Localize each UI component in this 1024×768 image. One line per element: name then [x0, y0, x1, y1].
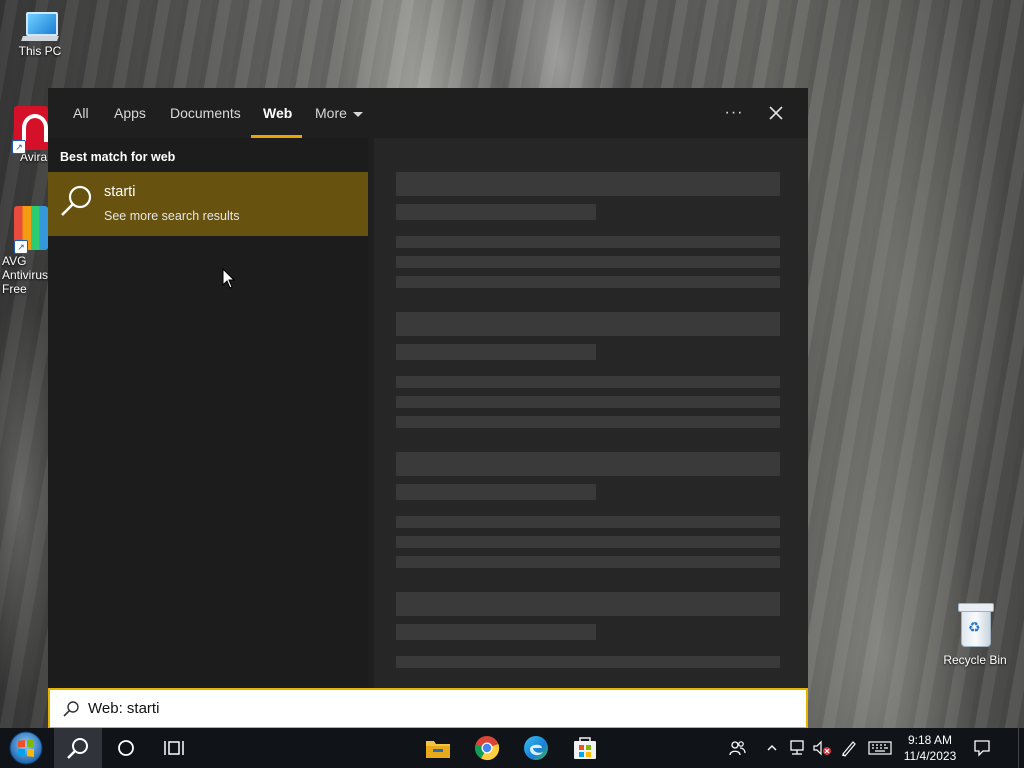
tray-volume[interactable] [810, 728, 834, 768]
show-desktop-button[interactable] [1018, 728, 1024, 768]
close-button[interactable] [760, 98, 792, 128]
tab-label: Apps [114, 105, 146, 121]
search-icon [63, 701, 79, 717]
desktop-icon-label: Recycle Bin [943, 653, 1007, 667]
tray-network[interactable] [786, 728, 808, 768]
store-icon [574, 737, 596, 759]
best-match-title: starti [104, 184, 136, 200]
tray-people[interactable] [724, 728, 750, 768]
loading-placeholder [396, 624, 596, 640]
cortana-circle-icon [118, 740, 134, 756]
taskbar-file-explorer[interactable] [414, 728, 462, 768]
close-icon [769, 106, 783, 120]
loading-placeholder [396, 204, 596, 220]
desktop-icon-recycle-bin[interactable]: ♻ Recycle Bin [935, 603, 1015, 667]
tab-label: Web [263, 105, 293, 121]
action-center-button[interactable] [968, 728, 996, 768]
more-options-button[interactable]: ··· [718, 98, 750, 128]
loading-placeholder [396, 376, 780, 388]
loading-placeholder [396, 484, 596, 500]
loading-placeholder [396, 556, 780, 568]
tab-all[interactable]: All [73, 88, 89, 138]
mouse-cursor-icon [222, 268, 236, 289]
loading-placeholder [396, 416, 780, 428]
tab-documents[interactable]: Documents [170, 88, 241, 138]
taskbar-store[interactable] [561, 728, 609, 768]
taskbar-chrome[interactable] [463, 728, 511, 768]
volume-muted-icon [813, 740, 831, 756]
loading-placeholder [396, 592, 780, 616]
loading-placeholder [396, 516, 780, 528]
clock-time: 9:18 AM [907, 733, 953, 747]
shortcut-arrow-icon: ↗ [12, 140, 26, 154]
computer-icon [21, 12, 59, 42]
pen-icon [842, 741, 856, 757]
edge-icon [524, 736, 548, 760]
loading-placeholder [396, 256, 780, 268]
taskbar-clock[interactable]: 9:18 AM 11/4/2023 [898, 732, 962, 764]
people-icon [729, 741, 746, 756]
shortcut-arrow-icon: ↗ [14, 240, 28, 254]
taskbar-edge[interactable] [512, 728, 560, 768]
preview-pane-loading [374, 138, 808, 688]
task-view-button[interactable] [150, 728, 198, 768]
tab-label: Documents [170, 105, 241, 121]
taskbar-search-button[interactable] [54, 728, 102, 768]
task-view-icon [164, 741, 184, 755]
tray-pen-workspace[interactable] [838, 728, 860, 768]
loading-placeholder [396, 172, 780, 196]
chevron-down-icon [352, 111, 363, 117]
loading-placeholder [396, 656, 780, 668]
tab-more[interactable]: More [315, 88, 363, 138]
chrome-icon [475, 736, 500, 761]
chevron-up-icon [767, 745, 777, 751]
loading-placeholder [396, 396, 780, 408]
network-icon [790, 740, 804, 755]
taskbar: 9:18 AM 11/4/2023 [0, 728, 1024, 768]
windows-start-orb-icon [9, 731, 43, 765]
search-panel: All Apps Documents Web More ··· Best mat… [48, 88, 808, 688]
tray-show-hidden-icons[interactable] [762, 728, 782, 768]
start-button[interactable] [2, 728, 50, 768]
tab-label: More [315, 105, 347, 121]
search-box[interactable] [48, 688, 808, 729]
cortana-button[interactable] [102, 728, 150, 768]
results-list: Best match for web starti See more searc… [48, 138, 368, 688]
clock-date: 11/4/2023 [903, 749, 957, 763]
loading-placeholder [396, 536, 780, 548]
tab-apps[interactable]: Apps [114, 88, 146, 138]
loading-placeholder [396, 344, 596, 360]
desktop-icon-label: This PC [18, 44, 62, 58]
tab-web[interactable]: Web [263, 88, 292, 138]
loading-placeholder [396, 276, 780, 288]
search-tabs: All Apps Documents Web More ··· [48, 88, 808, 138]
keyboard-icon [868, 741, 892, 755]
loading-placeholder [396, 236, 780, 248]
section-title: Best match for web [60, 150, 176, 164]
loading-placeholder [396, 452, 780, 476]
tab-label: All [73, 105, 89, 121]
loading-placeholder [396, 312, 780, 336]
search-icon [67, 738, 88, 759]
best-match-subtitle: See more search results [104, 209, 240, 223]
desktop-icon-this-pc[interactable]: This PC [0, 12, 80, 58]
search-icon [61, 185, 92, 216]
tray-touch-keyboard[interactable] [866, 728, 894, 768]
notifications-icon [974, 740, 990, 757]
recycle-bin-icon: ♻ [958, 603, 994, 647]
folder-icon [426, 741, 450, 758]
best-match-result[interactable]: starti See more search results [48, 172, 368, 236]
search-input[interactable] [88, 690, 788, 727]
